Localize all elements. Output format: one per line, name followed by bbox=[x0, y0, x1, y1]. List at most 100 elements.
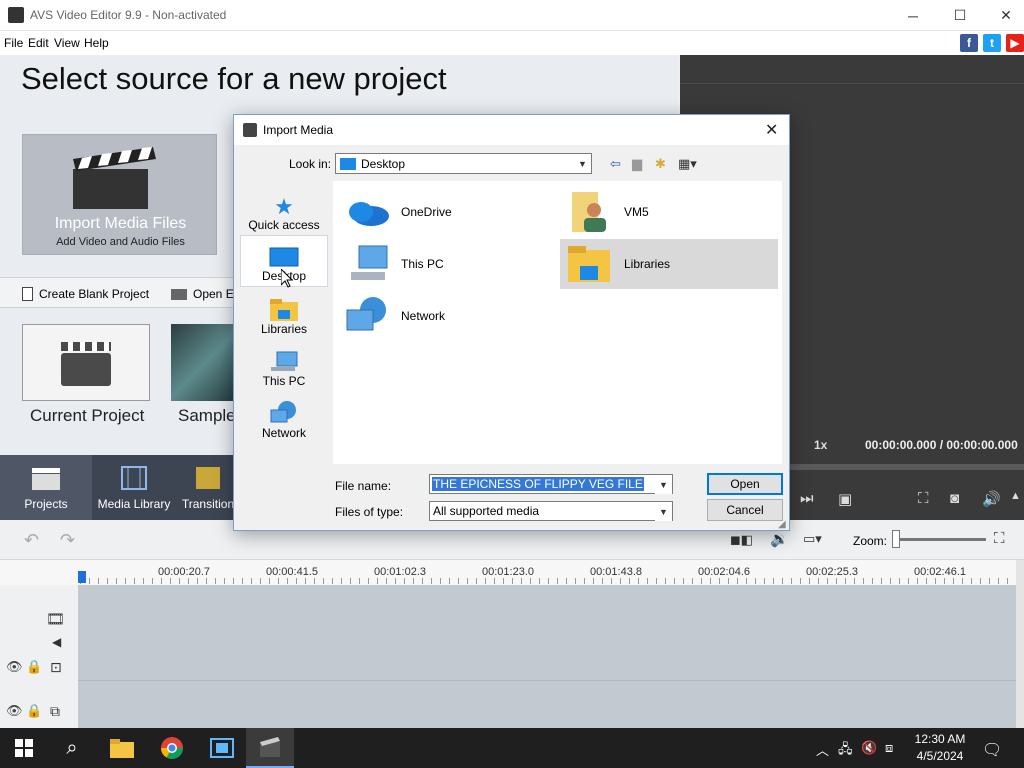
snapshot-icon[interactable]: ◙ bbox=[950, 490, 959, 507]
up-folder-icon[interactable]: ▆ bbox=[632, 156, 642, 172]
fullscreen-icon[interactable]: ⛶ bbox=[918, 490, 929, 507]
maximize-button[interactable]: ☐ bbox=[937, 0, 983, 31]
back-icon[interactable]: ⇦ bbox=[610, 156, 621, 172]
import-media-dialog: Import Media ✕ Look in: Desktop ▼ ⇦ ▆ ✱ … bbox=[233, 114, 790, 531]
sample-project-label: Sample bbox=[178, 406, 236, 425]
file-name-label: File name: bbox=[335, 479, 392, 493]
undo-icon[interactable]: ↶ bbox=[24, 530, 39, 551]
file-list[interactable]: OneDrive VM5 This PC Libraries Network bbox=[333, 181, 782, 464]
playback-speed[interactable]: 1x bbox=[814, 438, 827, 452]
file-name-input[interactable]: THE EPICNESS OF FLIPPY VEG FILE ▼ bbox=[429, 474, 673, 494]
dialog-titlebar: Import Media ✕ bbox=[234, 115, 789, 145]
file-item-network[interactable]: Network bbox=[337, 291, 555, 341]
audio-mixer-icon[interactable]: 🔉 bbox=[770, 530, 789, 548]
place-quick-access[interactable]: ★ Quick access bbox=[240, 183, 328, 235]
zoom-slider-thumb[interactable] bbox=[892, 530, 900, 548]
video-app-button[interactable] bbox=[198, 728, 246, 768]
tab-transitions[interactable]: Transition bbox=[182, 455, 234, 520]
clip-icon[interactable]: ▣ bbox=[838, 490, 852, 508]
twitter-icon[interactable]: t bbox=[983, 34, 1001, 52]
clock-date[interactable]: 4/5/2024 bbox=[912, 749, 968, 763]
tab-projects[interactable]: Projects bbox=[0, 455, 92, 520]
file-type-dropdown[interactable]: All supported media ▼ bbox=[429, 501, 673, 521]
next-frame-icon[interactable]: ⏭ bbox=[800, 490, 814, 507]
open-existing-project-button[interactable]: Open Ex bbox=[171, 287, 240, 301]
file-item-onedrive[interactable]: OneDrive bbox=[337, 187, 555, 237]
user-folder-icon bbox=[572, 192, 606, 232]
timeline-scrollbar[interactable] bbox=[1016, 560, 1024, 728]
timeline-ruler[interactable]: 00:00:20.7 00:00:41.5 00:01:02.3 00:01:2… bbox=[0, 560, 1024, 585]
mute-icon[interactable]: ◀ bbox=[52, 635, 61, 649]
ruler-label: 00:01:02.3 bbox=[374, 566, 426, 578]
computer-icon bbox=[271, 351, 298, 371]
place-this-pc[interactable]: This PC bbox=[240, 339, 328, 391]
avs-editor-button[interactable] bbox=[246, 728, 294, 768]
notifications-icon[interactable]: 🗨 bbox=[982, 740, 1002, 760]
action-center-icon[interactable]: ⧈ bbox=[885, 740, 893, 756]
onedrive-cloud-icon bbox=[349, 202, 389, 226]
zoom-slider[interactable] bbox=[896, 538, 986, 541]
ruler-label: 00:00:20.7 bbox=[158, 566, 210, 578]
menu-file[interactable]: File bbox=[4, 36, 23, 50]
volume-up-icon[interactable]: ▲ bbox=[1010, 490, 1021, 502]
view-menu-icon[interactable]: ▦▾ bbox=[678, 156, 697, 172]
window-titlebar: AVS Video Editor 9.9 - Non-activated ─ ☐… bbox=[0, 0, 1024, 31]
file-item-this-pc[interactable]: This PC bbox=[337, 239, 555, 289]
start-button[interactable] bbox=[0, 728, 48, 768]
search-icon[interactable]: ⌕ bbox=[48, 728, 96, 768]
playhead[interactable] bbox=[78, 571, 86, 583]
volume-muted-icon[interactable]: 🔇 bbox=[861, 740, 877, 756]
chrome-button[interactable] bbox=[148, 728, 196, 768]
file-item-label: This PC bbox=[401, 257, 444, 271]
import-media-tile[interactable]: Import Media Files Add Video and Audio F… bbox=[22, 134, 217, 255]
file-explorer-button[interactable] bbox=[98, 728, 146, 768]
volume-icon[interactable]: 🔊 bbox=[982, 490, 1001, 508]
new-folder-icon[interactable]: ✱ bbox=[655, 156, 666, 172]
look-in-dropdown[interactable]: Desktop ▼ bbox=[335, 153, 592, 174]
redo-icon[interactable]: ↷ bbox=[60, 530, 75, 551]
sample-project-thumbnail[interactable] bbox=[171, 324, 241, 401]
close-button[interactable]: ✕ bbox=[983, 0, 1024, 31]
open-button[interactable]: Open bbox=[707, 473, 783, 495]
facebook-icon[interactable]: f bbox=[960, 34, 978, 52]
chevron-down-icon: ▼ bbox=[574, 154, 591, 173]
tab-media-library-label: Media Library bbox=[97, 497, 171, 511]
menu-help[interactable]: Help bbox=[84, 36, 109, 50]
fit-timeline-icon[interactable]: ⛶ bbox=[994, 530, 1005, 547]
menu-edit[interactable]: Edit bbox=[28, 36, 49, 50]
preview-scrubber[interactable] bbox=[790, 464, 1024, 470]
file-item-libraries[interactable]: Libraries bbox=[560, 239, 778, 289]
tab-media-library[interactable]: Media Library bbox=[96, 455, 172, 520]
file-type-label: Files of type: bbox=[335, 505, 404, 519]
youtube-icon[interactable]: ▶ bbox=[1006, 34, 1024, 52]
track-divider bbox=[78, 680, 1016, 681]
network-status-icon[interactable]: 🖧 bbox=[838, 740, 853, 762]
projects-icon bbox=[32, 468, 60, 490]
windows-logo-icon bbox=[15, 739, 33, 757]
ruler-label: 00:01:23.0 bbox=[482, 566, 534, 578]
split-icon[interactable]: ◼◧ bbox=[730, 532, 753, 548]
lock-icon[interactable]: 🔒 bbox=[26, 659, 42, 675]
minimize-button[interactable]: ─ bbox=[890, 0, 936, 31]
storyboard-icon[interactable]: ▭▾ bbox=[803, 531, 822, 547]
cancel-button[interactable]: Cancel bbox=[707, 499, 783, 521]
resize-grip-icon[interactable]: ◢ bbox=[778, 519, 786, 530]
timeline-tracks[interactable] bbox=[78, 585, 1016, 728]
menu-view[interactable]: View bbox=[54, 36, 80, 50]
visibility-icon[interactable]: 👁 bbox=[6, 659, 23, 675]
place-network[interactable]: Network bbox=[240, 391, 328, 443]
preview-divider bbox=[680, 83, 1024, 84]
dialog-close-icon[interactable]: ✕ bbox=[765, 120, 778, 140]
chevron-down-icon[interactable]: ▼ bbox=[655, 475, 672, 494]
file-item-vm5[interactable]: VM5 bbox=[560, 187, 778, 237]
clock-time[interactable]: 12:30 AM bbox=[912, 732, 968, 746]
place-libraries[interactable]: Libraries bbox=[240, 287, 328, 339]
ruler-label: 00:02:25.3 bbox=[806, 566, 858, 578]
network-icon bbox=[346, 297, 386, 331]
lock-icon[interactable]: 🔒 bbox=[26, 703, 42, 719]
visibility-icon[interactable]: 👁 bbox=[6, 703, 23, 719]
create-blank-project-button[interactable]: Create Blank Project bbox=[22, 287, 149, 301]
place-label: Libraries bbox=[260, 322, 308, 336]
current-project-tile[interactable] bbox=[22, 324, 150, 401]
tray-overflow-icon[interactable]: ︿ bbox=[816, 740, 829, 759]
